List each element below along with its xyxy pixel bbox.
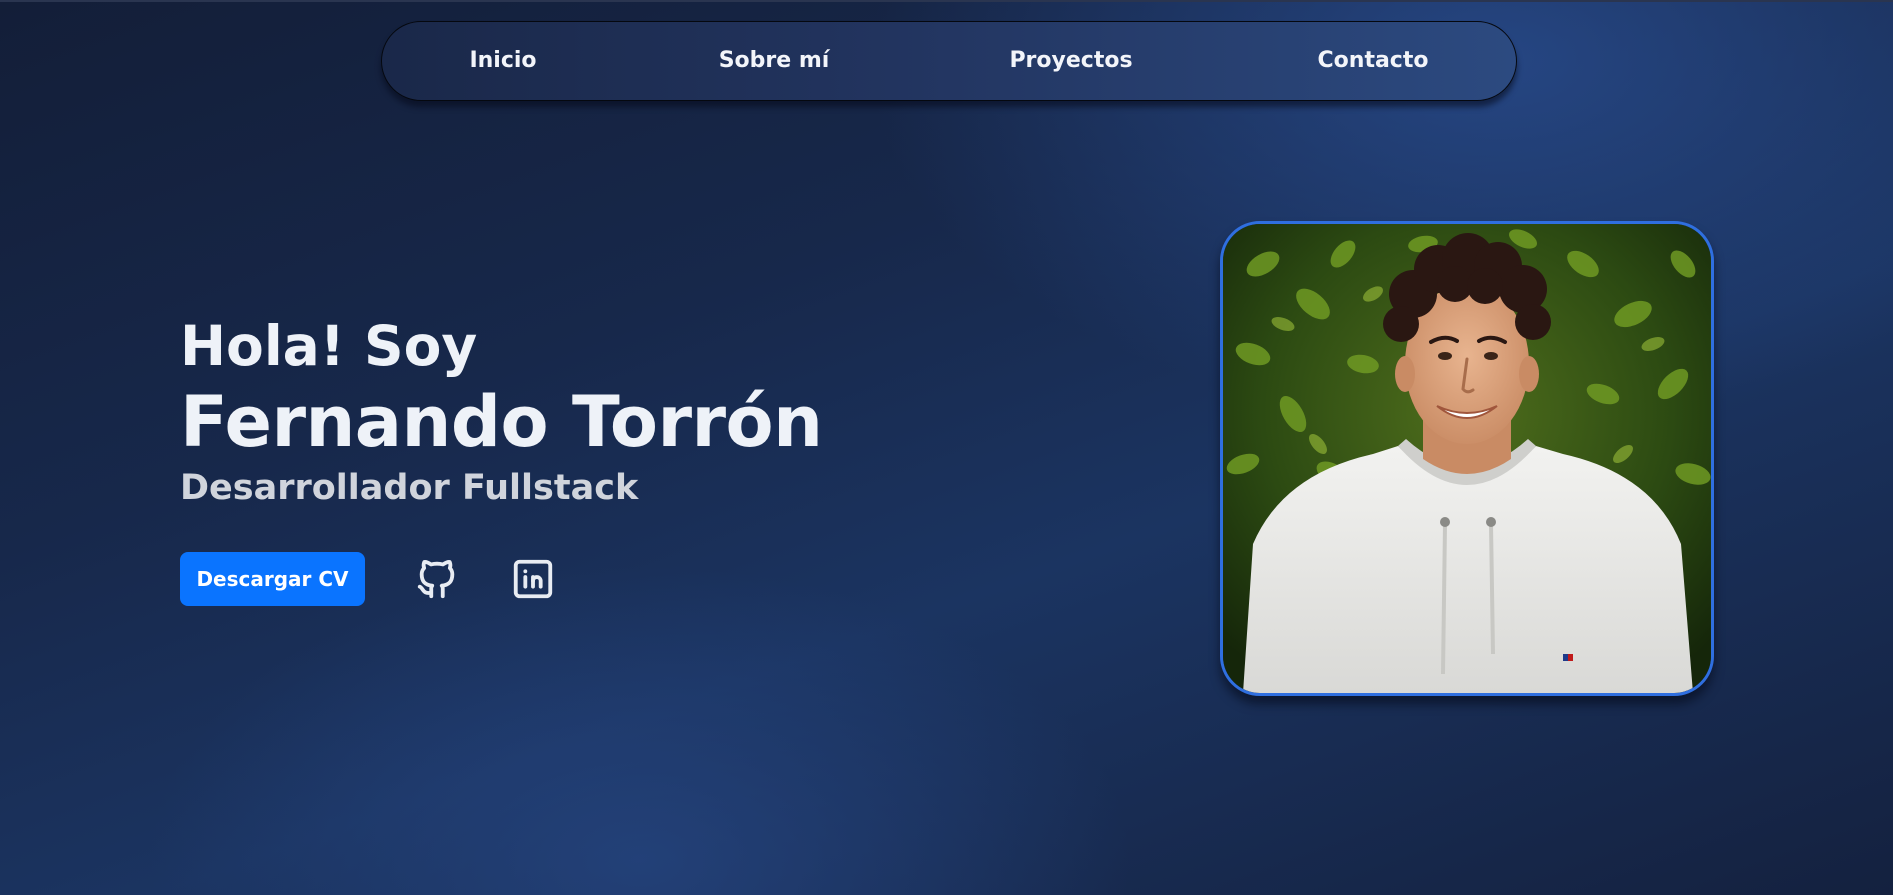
profile-photo-illustration — [1223, 224, 1711, 693]
linkedin-link[interactable] — [510, 556, 556, 602]
github-icon — [417, 559, 455, 599]
nav-item-proyectos[interactable]: Proyectos — [1009, 22, 1132, 100]
nav-item-contacto[interactable]: Contacto — [1318, 22, 1429, 100]
download-cv-button[interactable]: Descargar CV — [180, 552, 365, 606]
top-border — [0, 0, 1893, 2]
nav-item-inicio[interactable]: Inicio — [469, 22, 536, 100]
hero-greeting: Hola! Soy — [180, 314, 478, 378]
profile-photo — [1220, 221, 1714, 696]
hero-role: Desarrollador Fullstack — [180, 468, 639, 508]
linkedin-icon — [513, 559, 553, 599]
main-navbar: Inicio Sobre mí Proyectos Contacto — [381, 21, 1517, 101]
github-link[interactable] — [414, 556, 460, 602]
hero-intro: Hola! Soy Fernando Torrón Desarrollador … — [180, 312, 880, 510]
nav-item-sobre-mi[interactable]: Sobre mí — [719, 22, 830, 100]
hero-name: Fernando Torrón — [180, 381, 823, 463]
